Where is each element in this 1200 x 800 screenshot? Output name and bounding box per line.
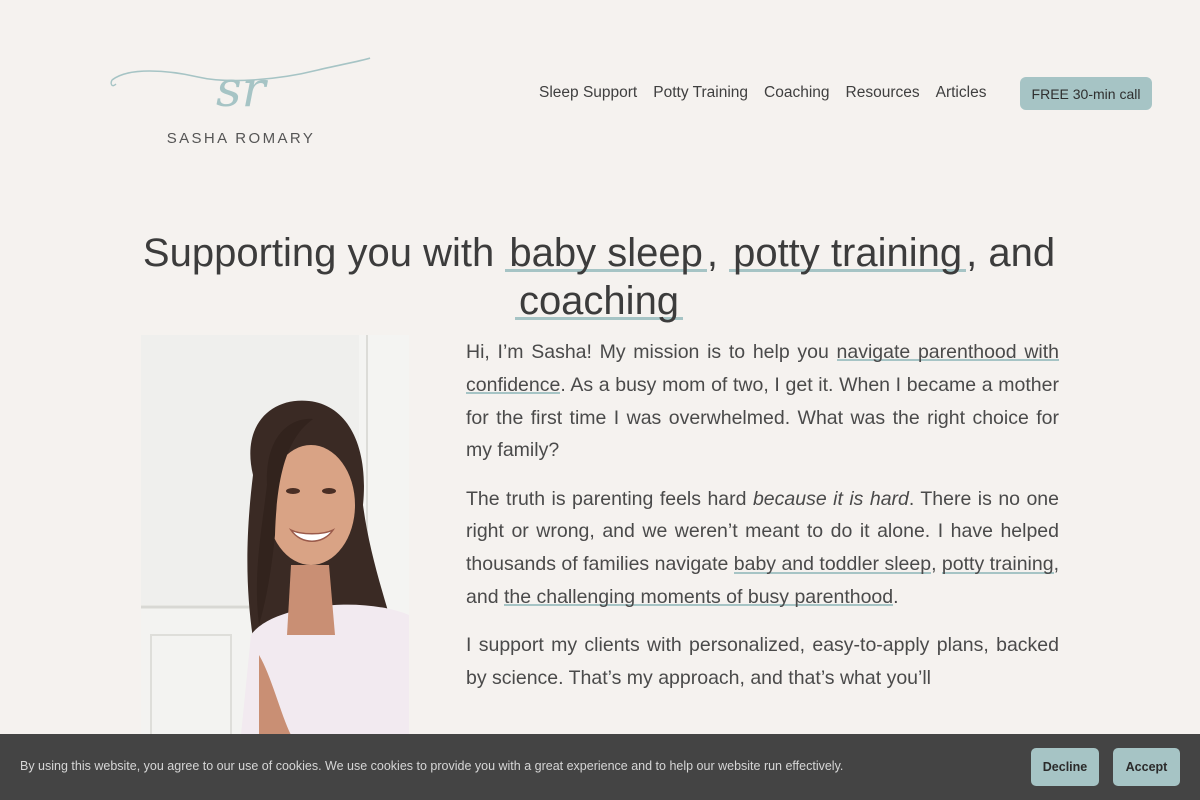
nav-coaching[interactable]: Coaching (764, 84, 830, 102)
portrait-photo (141, 335, 409, 735)
about-paragraph: I support my clients with personalized, … (466, 634, 1059, 690)
potty-training-link[interactable]: potty training (729, 231, 967, 275)
logo-name: SASHA ROMARY (166, 130, 316, 147)
headline-separator: , (706, 231, 730, 275)
logo-flourish-icon: sr (110, 57, 371, 118)
main-nav: Sleep Support Potty Training Coaching Re… (539, 84, 986, 102)
nav-sleep-support[interactable]: Sleep Support (539, 84, 637, 102)
baby-toddler-sleep-link[interactable]: baby and toddler sleep (733, 553, 932, 576)
cookie-banner: By using this website, you agree to our … (0, 734, 1200, 800)
busy-parenthood-link[interactable]: the challenging moments of busy parentho… (503, 586, 894, 609)
about-paragraph: The truth is parenting feels hard becaus… (466, 487, 1059, 609)
nav-resources[interactable]: Resources (846, 84, 920, 102)
coaching-link[interactable]: coaching (514, 279, 684, 323)
headline-prefix: Supporting you with (142, 231, 506, 275)
free-call-button[interactable]: FREE 30-min call (1020, 77, 1152, 110)
site-logo[interactable]: sr SASHA ROMARY (108, 52, 374, 152)
nav-articles[interactable]: Articles (936, 84, 987, 102)
headline-separator: , and (966, 231, 1056, 275)
decline-button[interactable]: Decline (1031, 748, 1099, 786)
logo-monogram: sr (216, 60, 269, 118)
about-paragraph: Hi, I’m Sasha! My mission is to help you… (466, 341, 1059, 462)
baby-sleep-link[interactable]: baby sleep (505, 231, 707, 275)
accept-button[interactable]: Accept (1113, 748, 1180, 786)
page-title: Supporting you with baby sleep, potty tr… (140, 229, 1058, 325)
about-text: Hi, I’m Sasha! My mission is to help you… (466, 336, 1059, 710)
nav-potty-training[interactable]: Potty Training (653, 84, 748, 102)
emphasis-text: because it is hard (752, 487, 909, 510)
cookie-text: By using this website, you agree to our … (20, 759, 844, 773)
potty-training-link[interactable]: potty training (941, 553, 1054, 576)
